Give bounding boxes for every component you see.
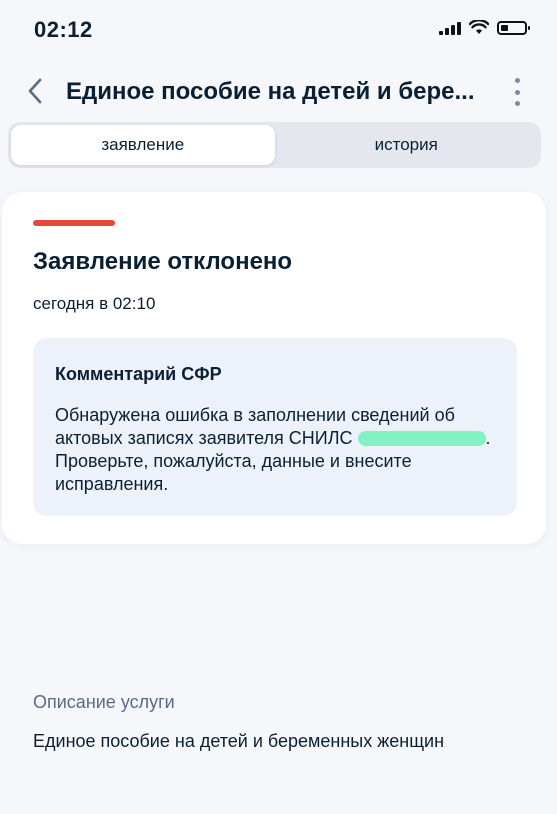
status-bar: 02:12 <box>0 0 557 58</box>
status-indicator-bar <box>33 220 115 226</box>
status-card: Заявление отклонено сегодня в 02:10 Комм… <box>2 192 546 544</box>
more-options-button[interactable] <box>507 78 527 106</box>
service-name: Единое пособие на детей и беременных жен… <box>33 731 445 751</box>
battery-icon <box>497 20 530 35</box>
dot-icon <box>514 101 520 106</box>
status-time: 02:12 <box>34 17 93 42</box>
page-title: Единое пособие на детей и бере... <box>66 78 475 105</box>
comment-text: Обнаружена ошибка в заполнении сведений … <box>55 404 505 496</box>
comment-title: Комментарий СФР <box>55 364 222 384</box>
dot-icon <box>514 78 520 83</box>
chevron-left-icon <box>28 78 42 104</box>
redacted-snils <box>357 431 486 446</box>
dot-icon <box>514 89 520 95</box>
cellular-signal-icon <box>439 21 461 35</box>
status-title: Заявление отклонено <box>33 248 293 275</box>
wifi-icon <box>469 20 489 34</box>
tab-history[interactable]: история <box>275 125 539 165</box>
status-date: сегодня в 02:10 <box>33 294 156 313</box>
back-button[interactable] <box>20 76 50 106</box>
comment-box: Комментарий СФР Обнаружена ошибка в запо… <box>33 338 517 516</box>
app-header: Единое пособие на детей и бере... <box>0 66 557 118</box>
segmented-tabs: заявление история <box>8 122 541 168</box>
tab-application[interactable]: заявление <box>11 125 275 165</box>
service-description-label: Описание услуги <box>33 692 175 712</box>
status-icons <box>439 20 530 35</box>
